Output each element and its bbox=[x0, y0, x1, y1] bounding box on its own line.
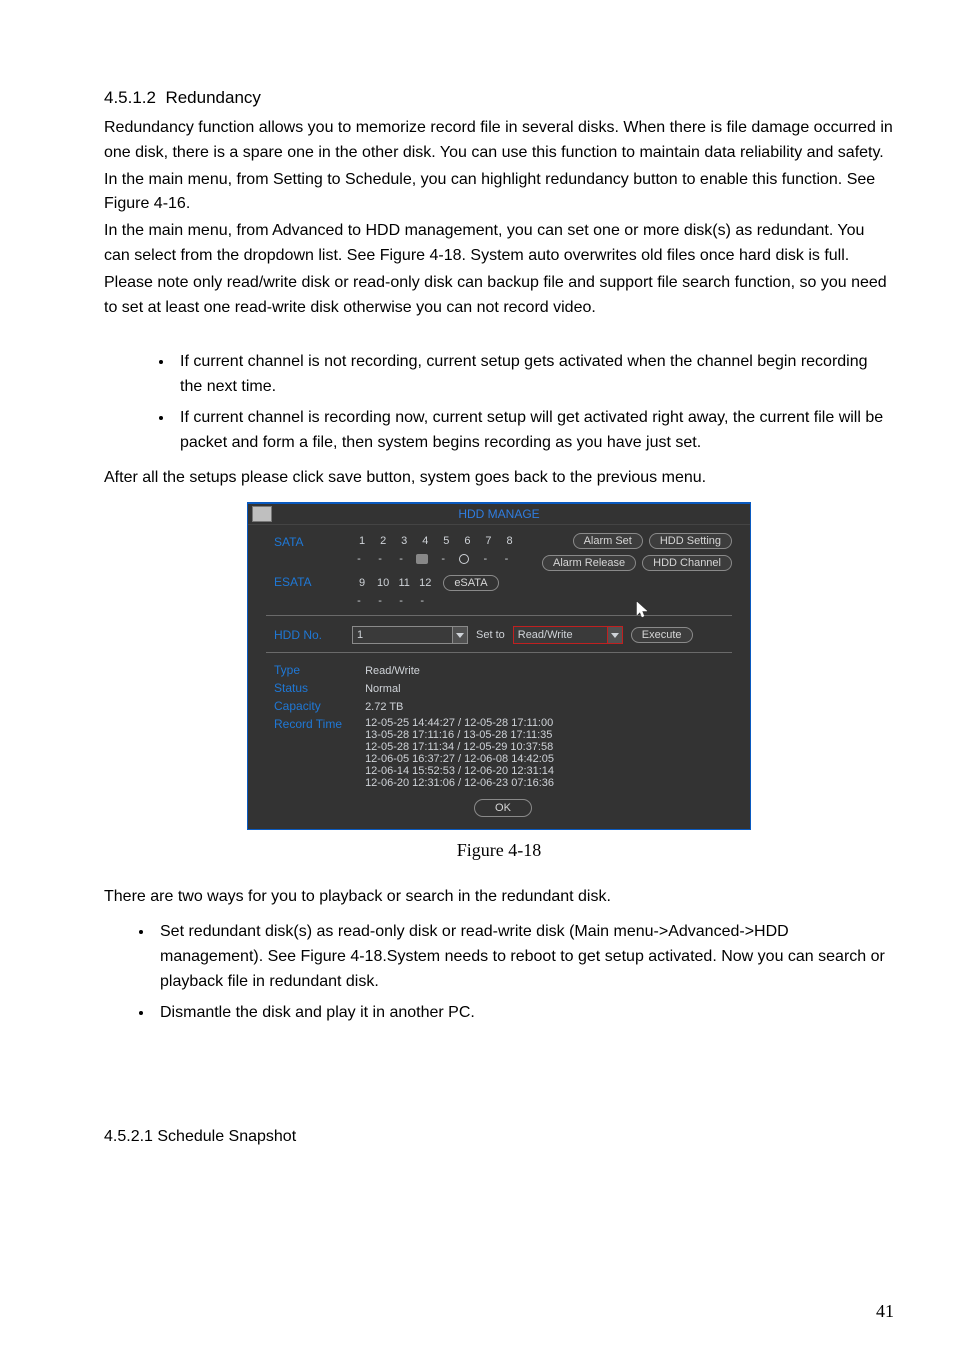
cursor-icon bbox=[636, 601, 650, 619]
sata-status-dot: - bbox=[434, 553, 452, 565]
list-item: Dismantle the disk and play it in anothe… bbox=[154, 1001, 894, 1026]
sata-status-ring bbox=[455, 553, 473, 565]
alarm-release-button[interactable]: Alarm Release bbox=[542, 555, 636, 571]
sata-slot-num: 4 bbox=[416, 535, 434, 547]
record-time-entry: 12-05-28 17:11:34 / 12-05-29 10:37:58 bbox=[365, 741, 554, 753]
set-to-label: Set to bbox=[476, 629, 505, 641]
type-label: Type bbox=[274, 663, 362, 677]
record-time-entry: 12-05-25 14:44:27 / 12-05-28 17:11:00 bbox=[365, 717, 554, 729]
status-label: Status bbox=[274, 681, 362, 695]
capacity-value: 2.72 TB bbox=[365, 701, 403, 713]
hdd-setting-button[interactable]: HDD Setting bbox=[649, 533, 732, 549]
record-time-entry: 13-05-28 17:11:16 / 13-05-28 17:11:35 bbox=[365, 729, 554, 741]
sata-slot-num: 8 bbox=[501, 535, 519, 547]
record-time-entry: 12-06-05 16:37:27 / 12-06-08 14:42:05 bbox=[365, 753, 554, 765]
figure-caption: Figure 4-18 bbox=[104, 840, 894, 861]
sata-slot-num: 2 bbox=[374, 535, 392, 547]
sata-status-slot bbox=[413, 553, 431, 565]
sata-slot-num: 7 bbox=[479, 535, 497, 547]
paragraph: There are two ways for you to playback o… bbox=[104, 885, 894, 910]
list-item: If current channel is not recording, cur… bbox=[174, 350, 894, 400]
sata-status-dot: - bbox=[350, 553, 368, 565]
paragraph: Redundancy function allows you to memori… bbox=[104, 116, 894, 166]
window-icon bbox=[252, 506, 272, 522]
chevron-down-icon bbox=[452, 627, 467, 643]
set-to-value: Read/Write bbox=[518, 629, 573, 641]
section-heading: 4.5.1.2 Redundancy bbox=[104, 88, 894, 108]
esata-status-dot: - bbox=[371, 595, 389, 607]
next-section-heading: 4.5.2.1 Schedule Snapshot bbox=[104, 1125, 894, 1150]
separator bbox=[266, 652, 732, 653]
esata-label: ESATA bbox=[274, 575, 350, 589]
esata-status-dot: - bbox=[350, 595, 368, 607]
hdd-no-value: 1 bbox=[357, 629, 363, 641]
sata-status-dot: - bbox=[497, 553, 515, 565]
esata-slot-num: 11 bbox=[395, 577, 413, 589]
paragraph: After all the setups please click save b… bbox=[104, 466, 894, 491]
hdd-no-label: HDD No. bbox=[274, 628, 344, 642]
hdd-manage-window: HDD MANAGE Alarm Set HDD Setting Alarm R… bbox=[247, 502, 751, 830]
execute-button[interactable]: Execute bbox=[631, 627, 693, 643]
hdd-channel-button[interactable]: HDD Channel bbox=[642, 555, 732, 571]
esata-slot-num: 12 bbox=[416, 577, 434, 589]
page-number: 41 bbox=[876, 1301, 894, 1322]
ok-button[interactable]: OK bbox=[474, 799, 532, 817]
sata-status-dot: - bbox=[392, 553, 410, 565]
sata-slot-num: 1 bbox=[353, 535, 371, 547]
separator bbox=[266, 615, 732, 616]
alarm-set-button[interactable]: Alarm Set bbox=[573, 533, 643, 549]
list-item: Set redundant disk(s) as read-only disk … bbox=[154, 920, 894, 994]
record-time-entry: 12-06-14 15:52:53 / 12-06-20 12:31:14 bbox=[365, 765, 554, 777]
esata-slot-num: 9 bbox=[353, 577, 371, 589]
esata-slot-num: 10 bbox=[374, 577, 392, 589]
sata-slot-num: 6 bbox=[458, 535, 476, 547]
section-title: Redundancy bbox=[165, 88, 260, 107]
window-title: HDD MANAGE bbox=[458, 507, 539, 521]
paragraph: In the main menu, from Advanced to HDD m… bbox=[104, 219, 894, 269]
esata-status-dot: - bbox=[392, 595, 410, 607]
capacity-label: Capacity bbox=[274, 699, 362, 713]
section-number: 4.5.1.2 bbox=[104, 88, 156, 107]
sata-status-dot: - bbox=[476, 553, 494, 565]
chevron-down-icon bbox=[607, 627, 622, 643]
esata-status-dot: - bbox=[413, 595, 431, 607]
type-value: Read/Write bbox=[365, 665, 420, 677]
sata-label: SATA bbox=[274, 535, 350, 549]
paragraph: Please note only read/write disk or read… bbox=[104, 271, 894, 321]
sata-status-dot: - bbox=[371, 553, 389, 565]
set-to-dropdown[interactable]: Read/Write bbox=[513, 626, 623, 644]
hdd-no-dropdown[interactable]: 1 bbox=[352, 626, 468, 644]
sata-slot-num: 5 bbox=[437, 535, 455, 547]
sata-slot-num: 3 bbox=[395, 535, 413, 547]
list-item: If current channel is recording now, cur… bbox=[174, 406, 894, 456]
paragraph: In the main menu, from Setting to Schedu… bbox=[104, 168, 894, 218]
status-value: Normal bbox=[365, 683, 400, 695]
esata-chip[interactable]: eSATA bbox=[443, 575, 498, 591]
record-time-label: Record Time bbox=[274, 717, 362, 731]
window-title-bar: HDD MANAGE bbox=[248, 504, 750, 525]
record-time-entry: 12-06-20 12:31:06 / 12-06-23 07:16:36 bbox=[365, 777, 554, 789]
record-time-values: 12-05-25 14:44:27 / 12-05-28 17:11:00 13… bbox=[365, 717, 554, 789]
